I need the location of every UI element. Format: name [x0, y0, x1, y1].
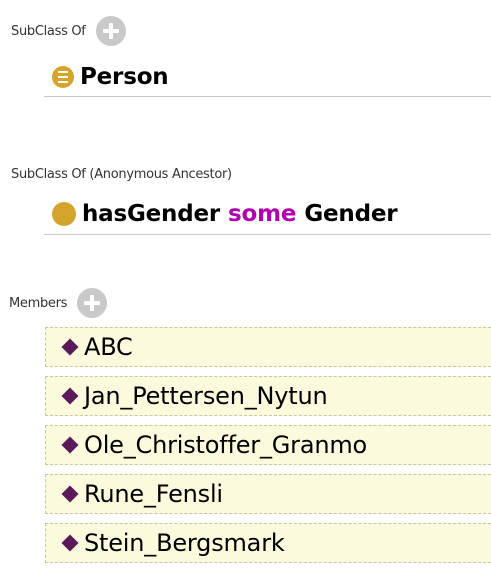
member-name: Ole_Christoffer_Granmo	[84, 431, 368, 459]
individual-icon	[61, 485, 79, 503]
member-item[interactable]: Rune_Fensli	[45, 474, 491, 514]
member-name: Rune_Fensli	[84, 480, 223, 508]
anonymous-ancestor-header: SubClass Of (Anonymous Ancestor)	[11, 162, 232, 186]
individual-icon	[61, 534, 79, 552]
member-item[interactable]: Jan_Pettersen_Nytun	[45, 376, 491, 416]
individual-icon	[61, 338, 79, 356]
member-name: Jan_Pettersen_Nytun	[84, 382, 328, 410]
members-label: Members	[9, 295, 68, 311]
restriction-property: hasGender	[82, 201, 221, 227]
member-item[interactable]: Stein_Bergsmark	[45, 523, 491, 563]
member-name: ABC	[84, 333, 133, 361]
subclass-of-header: SubClass Of	[11, 16, 126, 46]
restriction-icon	[52, 202, 76, 226]
anonymous-ancestor-item[interactable]: hasGender some Gender	[44, 194, 491, 235]
add-member-button[interactable]	[77, 288, 108, 318]
member-item[interactable]: ABC	[45, 327, 491, 367]
subclass-item-person[interactable]: Person	[44, 58, 491, 97]
restriction-filler: Gender	[304, 201, 398, 227]
add-subclass-button[interactable]	[95, 16, 126, 46]
subclass-of-label: SubClass Of	[11, 23, 86, 39]
members-header: Members	[9, 288, 108, 318]
individual-icon	[61, 436, 79, 454]
class-icon	[52, 66, 74, 88]
individual-icon	[61, 387, 79, 405]
subclass-name: Person	[80, 64, 169, 90]
restriction-keyword: some	[228, 201, 297, 227]
member-name: Stein_Bergsmark	[84, 529, 285, 557]
member-item[interactable]: Ole_Christoffer_Granmo	[45, 425, 491, 465]
anonymous-ancestor-label: SubClass Of (Anonymous Ancestor)	[11, 166, 232, 182]
